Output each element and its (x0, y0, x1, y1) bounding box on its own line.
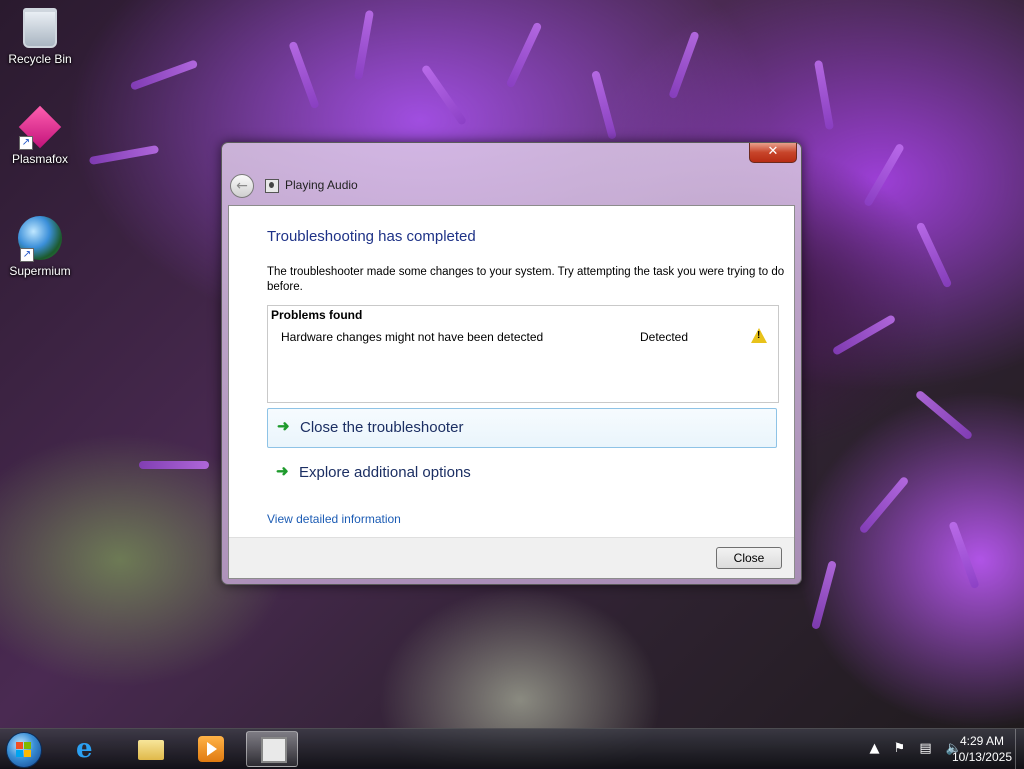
clock[interactable]: 4:29 AM 10/13/2025 (952, 733, 1012, 765)
close-troubleshooter-command[interactable]: ➜ Close the troubleshooter (267, 408, 777, 448)
view-detailed-information-link[interactable]: View detailed information (267, 512, 401, 526)
shortcut-arrow-icon: ↗ (20, 248, 34, 262)
problem-status: Detected (640, 330, 689, 344)
warning-icon (751, 328, 767, 343)
desktop-icon-label: Plasmafox (11, 152, 69, 166)
desktop-icon-label: Supermium (9, 264, 71, 278)
shortcut-arrow-icon: ↗ (19, 136, 33, 150)
dialog-footer: Close (229, 537, 794, 578)
start-button[interactable] (6, 732, 42, 768)
tray-expand-button[interactable]: ▲ (869, 741, 879, 756)
taskbar-internet-explorer[interactable]: e (62, 731, 114, 767)
close-button[interactable]: Close (716, 547, 782, 569)
problem-name: Hardware changes might not have been det… (281, 330, 544, 344)
dialog-content: Troubleshooting has completed The troubl… (228, 205, 795, 579)
media-player-icon (198, 736, 224, 762)
green-arrow-icon: ➜ (276, 463, 289, 480)
window-title: Playing Audio (285, 178, 358, 192)
speaker-icon (265, 179, 279, 193)
window-close-button[interactable]: ✕ (749, 143, 797, 163)
back-arrow-button[interactable]: ← (230, 174, 254, 198)
page-description: The troubleshooter made some changes to … (267, 266, 785, 293)
taskbar-file-explorer[interactable] (124, 731, 176, 767)
problems-header: Problems found (271, 308, 363, 322)
desktop-icon-label: Recycle Bin (8, 52, 72, 66)
supermium-icon: ↗ (18, 216, 62, 262)
recycle-bin-icon (23, 8, 57, 48)
troubleshooter-icon (261, 737, 287, 763)
desktop-icon-recycle-bin[interactable]: Recycle Bin (4, 8, 76, 66)
notification-area: ▲ ⚑ ▤ 🔈 (859, 741, 962, 756)
problems-list: Problems found Hardware changes might no… (267, 305, 779, 403)
command-label: Explore additional options (299, 464, 471, 481)
windows-logo-icon (16, 742, 32, 758)
action-center-icon[interactable]: ⚑ (894, 741, 906, 756)
clock-date: 10/13/2025 (951, 750, 1012, 764)
folder-icon (138, 740, 164, 760)
page-heading: Troubleshooting has completed (267, 228, 476, 245)
show-desktop-button[interactable] (1015, 729, 1024, 769)
desktop-icon-supermium[interactable]: ↗ Supermium (4, 216, 76, 278)
taskbar-troubleshooter[interactable] (246, 731, 298, 767)
taskbar: e ▲ ⚑ ▤ 🔈 4:29 AM 10/13/2025 (0, 728, 1024, 769)
green-arrow-icon: ➜ (277, 418, 290, 435)
command-label: Close the troubleshooter (300, 419, 464, 436)
desktop-icon-plasmafox[interactable]: ↗ Plasmafox (4, 105, 76, 166)
plasmafox-icon: ↗ (17, 105, 63, 150)
clock-time: 4:29 AM (959, 734, 1004, 748)
taskbar-media-player[interactable] (184, 731, 236, 767)
internet-explorer-icon: e (76, 734, 93, 764)
troubleshooter-window: ✕ ← Playing Audio Troubleshooting has co… (221, 142, 802, 585)
explore-options-command[interactable]: ➜ Explore additional options (267, 454, 777, 494)
network-icon[interactable]: ▤ (919, 741, 931, 756)
